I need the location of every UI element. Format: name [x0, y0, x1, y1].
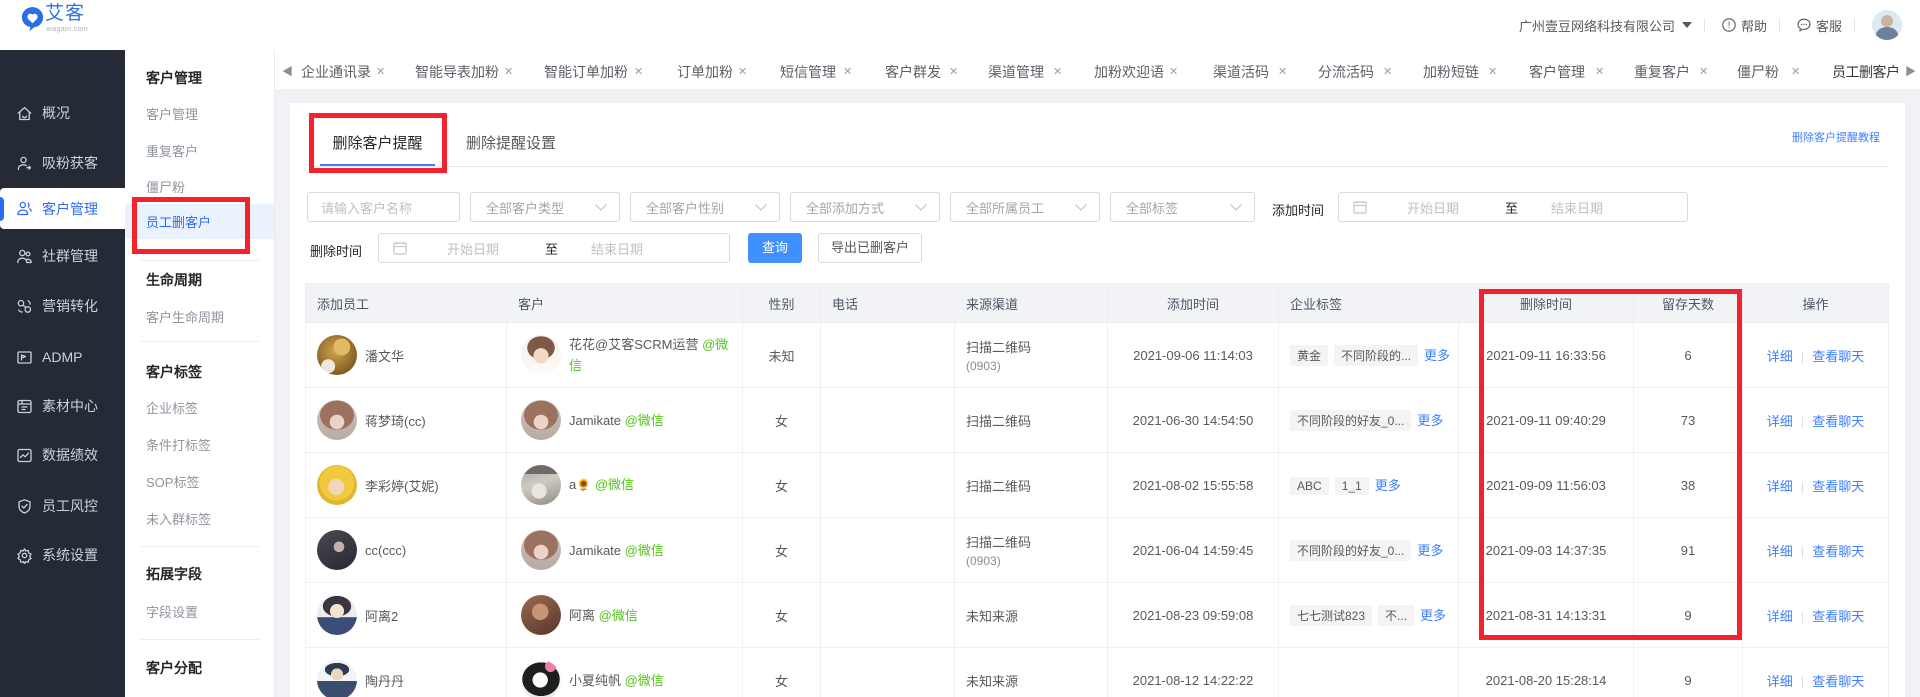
svg-text:!: ! — [1728, 20, 1731, 30]
